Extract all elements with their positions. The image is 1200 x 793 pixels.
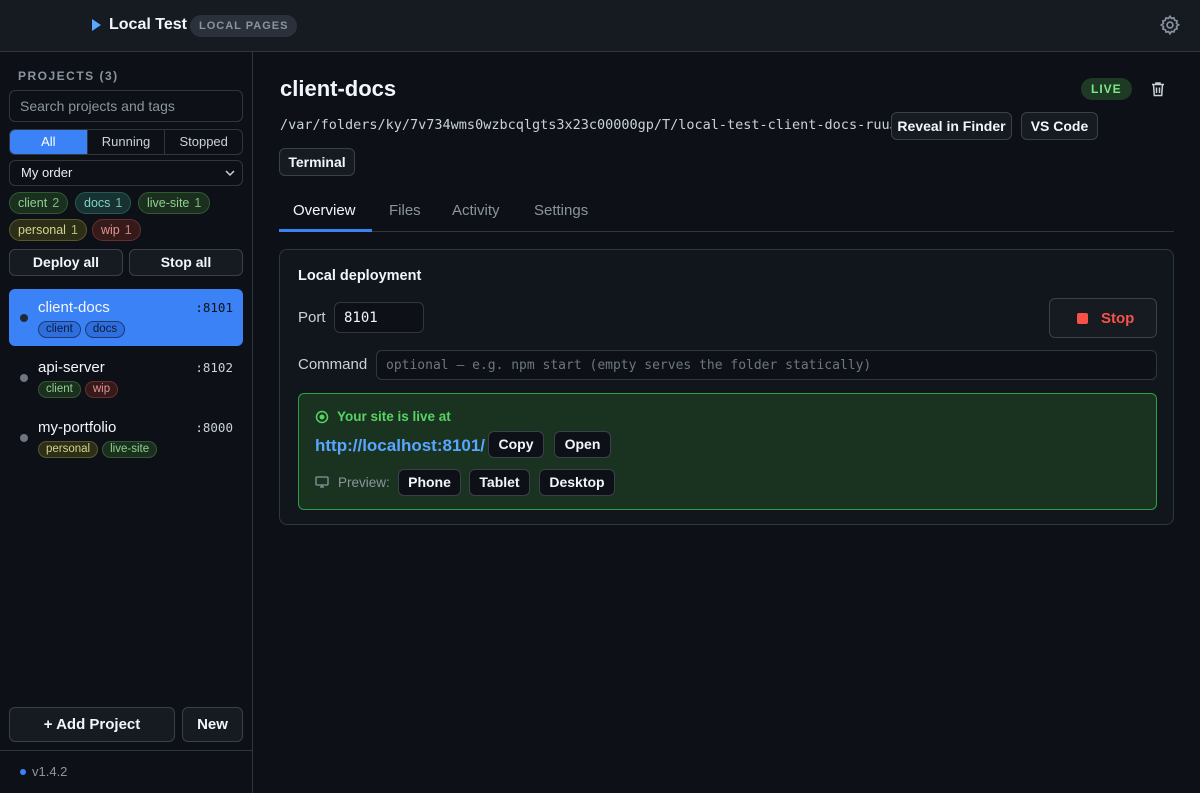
preview-label: Preview: [338, 475, 390, 490]
order-select[interactable]: My order [9, 160, 243, 186]
tag-count: 1 [115, 196, 123, 210]
main-panel: client-docs LIVE /var/folders/ky/7v734wm… [253, 52, 1200, 793]
site-url-link[interactable]: http://localhost:8101/ [315, 436, 485, 456]
status-badge: LIVE [1081, 78, 1132, 100]
deployment-title: Local deployment [298, 268, 422, 284]
app-title: Local Test [109, 16, 187, 33]
tag-wip[interactable]: wip 1 [92, 219, 141, 241]
status-dot [20, 434, 28, 442]
deployment-card: Local deployment Port Stop Command Your … [279, 249, 1174, 525]
tag-personal[interactable]: personal 1 [9, 219, 87, 241]
tag-label: live-site [147, 196, 190, 210]
page-title: client-docs [280, 76, 397, 101]
vs-code-button[interactable]: VS Code [1021, 112, 1098, 140]
project-port: :8101 [195, 300, 233, 315]
app-version: v1.4.2 [20, 764, 67, 779]
project-tag: personal [38, 441, 99, 458]
project-tags: personal live-site [38, 441, 158, 458]
tag-label: docs [84, 196, 111, 210]
chevron-down-icon [225, 170, 235, 177]
project-tags: client docs [38, 321, 126, 338]
tag-count: 1 [124, 223, 132, 237]
project-port: :8102 [195, 360, 233, 375]
title-bar: Local Test LOCAL PAGES [0, 0, 1200, 52]
tab-settings[interactable]: Settings [534, 202, 588, 219]
version-dot [20, 769, 26, 775]
live-message: Your site is live at [337, 409, 451, 424]
port-input[interactable] [334, 302, 424, 333]
port-label: Port [298, 309, 326, 326]
stop-label: Stop [1101, 310, 1135, 327]
tag-client[interactable]: client 2 [9, 192, 69, 214]
project-item-client-docs[interactable]: client-docs :8101 client docs [9, 289, 243, 346]
filter-running[interactable]: Running [88, 130, 166, 154]
new-project-button[interactable]: New [182, 707, 243, 742]
tab-files[interactable]: Files [389, 202, 421, 219]
search-input[interactable] [9, 90, 243, 122]
tab-bar: Overview Files Activity Settings [279, 198, 1174, 232]
add-project-button[interactable]: + Add Project [9, 707, 175, 742]
projects-heading: PROJECTS (3) [18, 69, 119, 83]
project-tag: client [38, 321, 81, 338]
reveal-in-finder-button[interactable]: Reveal in Finder [891, 112, 1012, 140]
project-tag: live-site [102, 441, 158, 458]
tag-label: personal [18, 223, 66, 237]
tag-count: 1 [70, 223, 78, 237]
stop-all-button[interactable]: Stop all [129, 249, 243, 276]
project-port: :8000 [195, 420, 233, 435]
tag-docs[interactable]: docs 1 [75, 192, 132, 214]
project-tags: client wip [38, 381, 119, 398]
deploy-all-button[interactable]: Deploy all [9, 249, 123, 276]
project-item-api-server[interactable]: api-server :8102 client wip [9, 349, 243, 406]
project-tag: docs [84, 321, 126, 338]
project-item-my-portfolio[interactable]: my-portfolio :8000 personal live-site [9, 409, 243, 466]
sidebar-footer-divider [0, 750, 253, 751]
tag-label: wip [101, 223, 120, 237]
live-status-box: Your site is live at http://localhost:81… [298, 393, 1157, 510]
status-dot [20, 314, 28, 322]
terminal-button[interactable]: Terminal [279, 148, 355, 176]
active-tab-indicator [279, 229, 372, 232]
command-input[interactable] [376, 350, 1157, 380]
project-name: api-server [38, 359, 105, 376]
copy-url-button[interactable]: Copy [488, 431, 544, 458]
filter-all[interactable]: All [10, 130, 88, 154]
command-label: Command [298, 356, 368, 373]
stop-button[interactable]: Stop [1049, 298, 1157, 338]
tab-activity[interactable]: Activity [452, 202, 500, 219]
trash-icon[interactable] [1149, 80, 1167, 98]
order-select-value: My order [21, 165, 73, 180]
preview-phone-button[interactable]: Phone [398, 469, 461, 496]
app-badge: LOCAL PAGES [190, 15, 298, 37]
tag-label: client [18, 196, 48, 210]
tag-count: 1 [194, 196, 202, 210]
project-path: /var/folders/ky/7v734wms0wzbcqlgts3x23c0… [280, 117, 914, 133]
monitor-icon [315, 476, 329, 488]
project-name: client-docs [38, 299, 110, 316]
version-text: v1.4.2 [32, 764, 68, 779]
preview-desktop-button[interactable]: Desktop [539, 469, 615, 496]
open-url-button[interactable]: Open [554, 431, 611, 458]
stop-square-icon [1077, 313, 1088, 324]
status-dot [20, 374, 28, 382]
tag-live-site[interactable]: live-site 1 [138, 192, 211, 214]
preview-tablet-button[interactable]: Tablet [469, 469, 530, 496]
status-filter: All Running Stopped [9, 129, 243, 155]
gear-icon[interactable] [1159, 14, 1181, 36]
tab-overview[interactable]: Overview [293, 202, 356, 219]
filter-stopped[interactable]: Stopped [165, 130, 242, 154]
radio-dot-icon [315, 410, 329, 424]
project-name: my-portfolio [38, 419, 117, 436]
tag-count: 2 [52, 196, 60, 210]
sidebar: PROJECTS (3) All Running Stopped My orde… [0, 52, 253, 793]
play-icon [92, 19, 101, 31]
project-tag: wip [84, 381, 119, 398]
project-tag: client [38, 381, 81, 398]
